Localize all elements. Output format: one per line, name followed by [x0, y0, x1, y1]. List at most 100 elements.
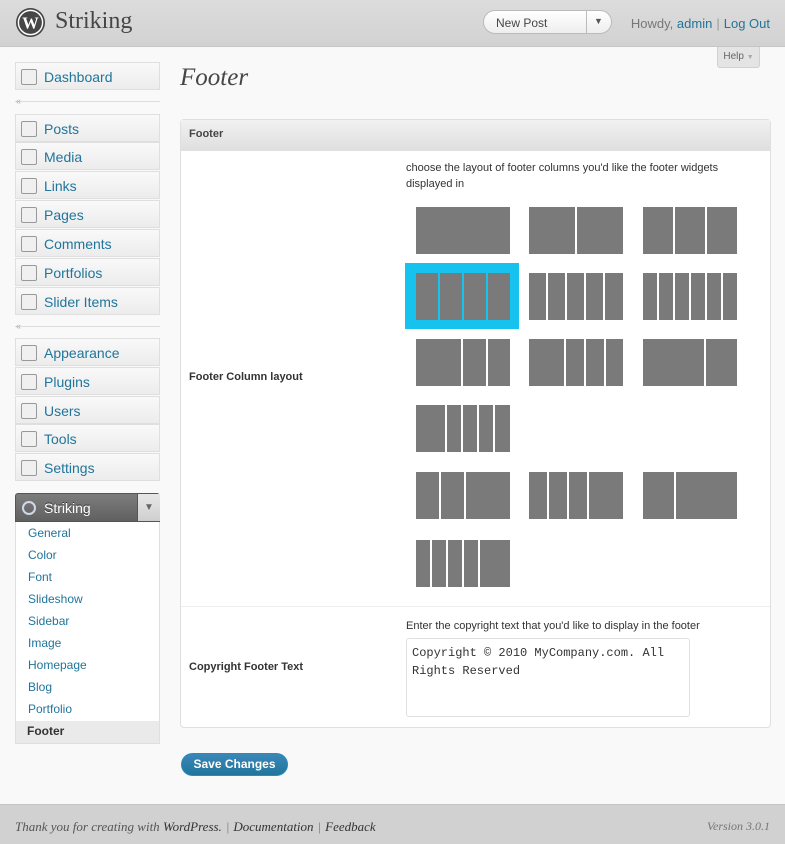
- menu-dashboard[interactable]: Dashboard: [15, 62, 160, 90]
- layout-column: [464, 273, 486, 320]
- menu-comments[interactable]: Comments: [15, 229, 160, 257]
- layout-column: [586, 339, 604, 386]
- menu-striking[interactable]: Striking ▼: [15, 493, 160, 522]
- favorite-actions-dropdown[interactable]: New Post ▼: [483, 10, 612, 34]
- layout-column: [529, 339, 564, 386]
- menu-label: Media: [44, 149, 83, 165]
- logout-link[interactable]: Log Out: [724, 16, 770, 31]
- menu-appearance[interactable]: Appearance: [15, 338, 160, 366]
- submenu-homepage[interactable]: Homepage: [28, 658, 87, 672]
- layout-column: [606, 339, 623, 386]
- layout-option-6[interactable]: [643, 273, 737, 320]
- layout-column: [416, 339, 461, 386]
- menu-links[interactable]: Links: [15, 171, 160, 199]
- save-changes-button[interactable]: Save Changes: [181, 753, 288, 776]
- user-link[interactable]: admin: [677, 16, 712, 31]
- layout-option-11[interactable]: [416, 472, 510, 519]
- menu-pages[interactable]: Pages: [15, 200, 160, 228]
- layout-column: [643, 207, 673, 254]
- submenu-toggle[interactable]: ▼: [137, 494, 160, 521]
- plugin-icon: [21, 374, 37, 390]
- comment-icon: [21, 236, 37, 252]
- tools-icon: [21, 431, 37, 447]
- layout-column: [643, 472, 674, 519]
- layout-column: [643, 273, 657, 320]
- svg-text:W: W: [22, 13, 39, 32]
- pages-icon: [21, 207, 37, 223]
- copyright-label: Copyright Footer Text: [189, 661, 304, 673]
- layout-column: [707, 207, 737, 254]
- menu-label: Settings: [44, 460, 95, 476]
- layout-option-7[interactable]: [416, 339, 510, 386]
- layout-option-13[interactable]: [643, 472, 737, 519]
- dropdown-divider: [586, 11, 587, 33]
- submenu-color[interactable]: Color: [28, 548, 57, 562]
- layout-option-9[interactable]: [643, 339, 737, 386]
- layout-option-12[interactable]: [529, 472, 623, 519]
- collapse-arrow-icon[interactable]: «: [16, 321, 21, 331]
- menu-tools[interactable]: Tools: [15, 424, 160, 452]
- layout-column: [488, 273, 510, 320]
- layout-column: [548, 273, 565, 320]
- menu-portfolios[interactable]: Portfolios: [15, 258, 160, 286]
- menu-label: Links: [44, 178, 77, 194]
- menu-media[interactable]: Media: [15, 142, 160, 170]
- layout-option-2[interactable]: [529, 207, 623, 254]
- menu-slider-items[interactable]: Slider Items: [15, 287, 160, 315]
- layout-column: [549, 472, 567, 519]
- submenu-general[interactable]: General: [28, 526, 71, 540]
- admin-footer: Thank you for creating with WordPress. | D…: [0, 804, 785, 844]
- menu-label: Tools: [44, 431, 77, 447]
- layout-option-8[interactable]: [529, 339, 623, 386]
- menu-plugins[interactable]: Plugins: [15, 367, 160, 395]
- collapse-arrow-icon[interactable]: «: [16, 96, 21, 106]
- submenu-image[interactable]: Image: [28, 636, 61, 650]
- site-title[interactable]: Striking: [55, 8, 132, 35]
- help-tab[interactable]: Help ▼: [717, 47, 760, 68]
- row-divider: [181, 606, 770, 607]
- layout-option-3[interactable]: [643, 207, 737, 254]
- layout-column: [707, 273, 721, 320]
- submenu-footer-current[interactable]: Footer: [16, 721, 159, 743]
- layout-option-10[interactable]: [416, 405, 510, 452]
- menu-users[interactable]: Users: [15, 396, 160, 424]
- submenu-sidebar[interactable]: Sidebar: [28, 614, 69, 628]
- menu-posts[interactable]: Posts: [15, 114, 160, 142]
- layout-column: [464, 540, 478, 587]
- box-header: Footer: [181, 120, 770, 151]
- layout-column: [566, 339, 584, 386]
- layout-option-5[interactable]: [529, 273, 623, 320]
- user-info: Howdy, admin | Log Out: [631, 16, 770, 31]
- chevron-down-icon[interactable]: ▼: [594, 16, 603, 26]
- menu-settings[interactable]: Settings: [15, 453, 160, 481]
- chevron-down-icon: ▼: [144, 502, 154, 513]
- layout-column: [432, 540, 446, 587]
- wordpress-link[interactable]: WordPress.: [163, 819, 222, 834]
- layout-column: [569, 472, 587, 519]
- layout-column: [605, 273, 623, 320]
- documentation-link[interactable]: Documentation: [233, 819, 313, 834]
- menu-label: Comments: [44, 236, 112, 252]
- wordpress-logo-icon[interactable]: W: [15, 7, 46, 38]
- layout-column: [529, 273, 546, 320]
- submenu-portfolio[interactable]: Portfolio: [28, 702, 72, 716]
- feedback-link[interactable]: Feedback: [325, 819, 376, 834]
- submenu-font[interactable]: Font: [28, 570, 52, 584]
- layout-column: [723, 273, 737, 320]
- new-post-button[interactable]: New Post: [496, 16, 547, 30]
- menu-label: Users: [44, 403, 81, 419]
- copyright-description: Enter the copyright text that you'd like…: [406, 620, 700, 632]
- column-layout-description: choose the layout of footer columns you'…: [406, 162, 719, 190]
- submenu-blog[interactable]: Blog: [28, 680, 52, 694]
- layout-column: [577, 207, 623, 254]
- layout-option-14[interactable]: [416, 540, 510, 587]
- layout-option-4[interactable]: [416, 273, 510, 320]
- layout-option-1[interactable]: [416, 207, 510, 254]
- submenu-slideshow[interactable]: Slideshow: [28, 592, 83, 606]
- layout-column: [448, 540, 462, 587]
- copyright-textarea[interactable]: Copyright © 2010 MyCompany.com. All Righ…: [406, 638, 690, 717]
- menu-separator: [15, 101, 160, 102]
- layout-column: [466, 472, 510, 519]
- menu-label: Dashboard: [44, 69, 113, 85]
- menu-label: Appearance: [44, 345, 120, 361]
